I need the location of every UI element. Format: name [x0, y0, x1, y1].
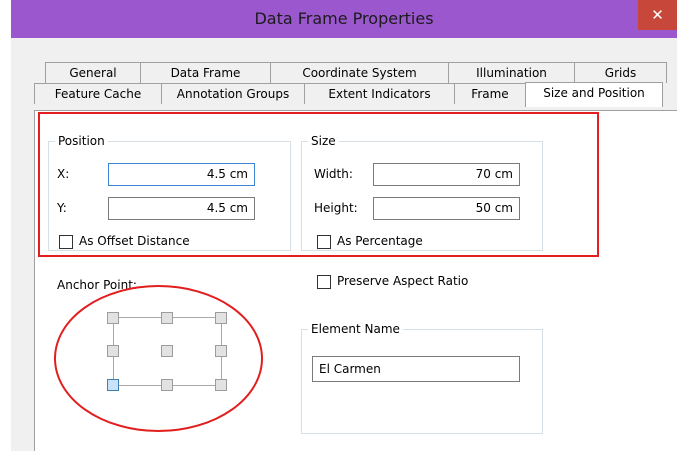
tab-annotation-groups[interactable]: Annotation Groups: [161, 83, 305, 104]
tab-general[interactable]: General: [45, 62, 141, 83]
tab-grids[interactable]: Grids: [574, 62, 667, 83]
tab-frame[interactable]: Frame: [454, 83, 526, 104]
tab-illumination[interactable]: Illumination: [448, 62, 575, 83]
tab-coordinate-system[interactable]: Coordinate System: [270, 62, 449, 83]
close-icon: ✕: [651, 6, 664, 24]
window-title: Data Frame Properties: [254, 9, 434, 28]
highlight-rectangle-annotation: [38, 112, 599, 257]
tab-feature-cache[interactable]: Feature Cache: [34, 83, 162, 104]
preserve-aspect-ratio-checkbox[interactable]: [317, 275, 331, 289]
highlight-ellipse-annotation: [54, 285, 263, 432]
preserve-aspect-ratio-label: Preserve Aspect Ratio: [337, 274, 469, 288]
close-button[interactable]: ✕: [638, 0, 677, 30]
tab-data-frame[interactable]: Data Frame: [140, 62, 271, 83]
tab-extent-indicators[interactable]: Extent Indicators: [304, 83, 455, 104]
element-name-input[interactable]: El Carmen: [312, 356, 520, 382]
title-bar[interactable]: Data Frame Properties ✕: [11, 0, 677, 38]
tab-size-and-position[interactable]: Size and Position: [525, 82, 663, 107]
element-name-group-title: Element Name: [308, 321, 403, 337]
